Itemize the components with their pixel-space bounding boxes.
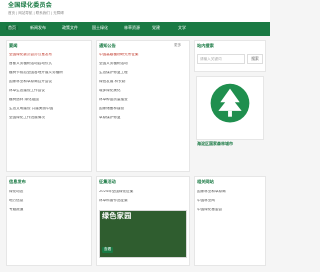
forest-city-logo-icon: [210, 83, 250, 123]
promo-poster[interactable]: 绿色家园 查看: [99, 210, 187, 258]
nav-policy[interactable]: 政策文件: [62, 26, 78, 30]
header-links[interactable]: 首页 | 网站导航 | 联系我们 | 无障碍: [8, 11, 64, 16]
info-item[interactable]: 绿化动态: [9, 190, 89, 194]
news-item[interactable]: 首都义务植树活动启动仪式: [9, 62, 89, 66]
nav-news[interactable]: 新闻发布: [30, 26, 46, 30]
links-title: 相关网站: [197, 179, 214, 184]
campaign-title: 征集活动: [99, 179, 116, 184]
news-item[interactable]: 全国绿化委员会办公室发布: [9, 53, 89, 57]
news-item[interactable]: 国家林业和草原局召开会议: [9, 80, 89, 84]
info-title: 信息发布: [9, 179, 26, 184]
left-news-title: 要闻: [9, 43, 18, 48]
nav-home[interactable]: 首页: [6, 26, 18, 30]
mid-news-card: [96, 40, 190, 172]
more-link[interactable]: 更多: [174, 43, 181, 48]
main-nav: 首页 新闻发布 政策文件 国土绿化 林草资源 党建 文学: [0, 22, 270, 36]
notice-item[interactable]: 林草种苗质量抽查: [99, 98, 187, 102]
emblem-caption: 海淀区国家森林城市: [197, 141, 233, 146]
campaign-item[interactable]: 林草科普作品征集: [99, 199, 187, 203]
city-emblem: [196, 76, 264, 140]
left-news-card: [6, 40, 92, 172]
news-item[interactable]: 植树造林 绿化祖国: [9, 98, 89, 102]
news-item[interactable]: 植树节前后全国各地开展义务植树: [9, 71, 89, 75]
notice-item[interactable]: 全国义务植树活动: [99, 62, 187, 66]
nav-literature[interactable]: 文学: [178, 26, 186, 30]
news-item[interactable]: 林草生态建设工作会议: [9, 89, 89, 93]
notice-item[interactable]: 城乡绿化美化: [99, 89, 187, 93]
notice-item[interactable]: 生态保护修复工程: [99, 71, 187, 75]
link-item[interactable]: 国家林业和草原局: [197, 190, 263, 194]
info-item[interactable]: 专题报道: [9, 208, 89, 212]
poster-title: 绿色家园: [102, 212, 132, 220]
link-item[interactable]: 中国林业网: [197, 199, 263, 203]
info-item[interactable]: 地方信息: [9, 199, 89, 203]
mid-news-title: 通知公告: [99, 43, 116, 48]
notice-item[interactable]: 草原保护修复: [99, 116, 187, 120]
poster-button[interactable]: 查看: [102, 247, 114, 253]
link-item[interactable]: 中国绿化基金会: [197, 208, 263, 212]
notice-item[interactable]: 绿色发展 林长制: [99, 80, 187, 84]
search-input[interactable]: 请输入关键词: [197, 54, 245, 64]
notice-item[interactable]: 中国高级植物研究所征集: [99, 53, 187, 57]
news-item[interactable]: 全国绿化工作进展情况: [9, 116, 89, 120]
nav-party[interactable]: 党建: [152, 26, 160, 30]
nav-greening[interactable]: 国土绿化: [92, 26, 108, 30]
notice-item[interactable]: 国家储备林建设: [99, 107, 187, 111]
site-logo[interactable]: 全国绿化委员会: [8, 3, 52, 9]
campaign-item[interactable]: 2024年全国绿化征集: [99, 190, 187, 194]
search-title: 站内搜索: [197, 43, 214, 48]
search-button[interactable]: 搜索: [247, 54, 263, 64]
nav-resources[interactable]: 林草资源: [124, 26, 140, 30]
news-item[interactable]: 生态文明建设 共建美丽中国: [9, 107, 89, 111]
